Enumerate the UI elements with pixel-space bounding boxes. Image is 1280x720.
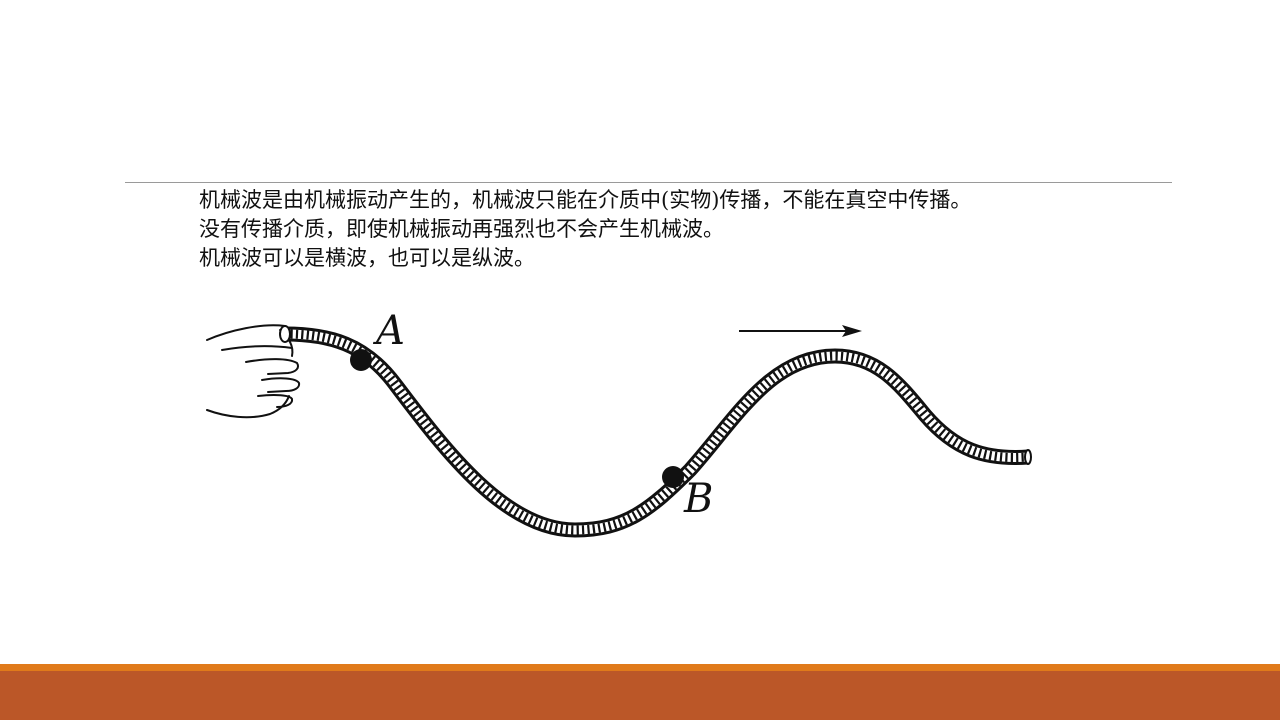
rope-wave-figure: A B xyxy=(206,308,1032,538)
footer-accent-bar xyxy=(0,664,1280,671)
rope xyxy=(279,325,1032,538)
point-a-label: A xyxy=(372,308,405,354)
body-text: 机械波是由机械振动产生的，机械波只能在介质中(实物)传播，不能在真空中传播。 没… xyxy=(199,186,1199,273)
direction-arrow-icon xyxy=(739,325,862,337)
footer-band xyxy=(0,671,1280,720)
body-line-2: 没有传播介质，即使机械振动再强烈也不会产生机械波。 xyxy=(199,217,724,241)
point-a-dot xyxy=(350,349,372,371)
slide: 机械波是由机械振动产生的，机械波只能在介质中(实物)传播，不能在真空中传播。 没… xyxy=(0,0,1280,720)
body-line-3: 机械波可以是横波，也可以是纵波。 xyxy=(199,246,535,270)
point-b-dot xyxy=(662,466,684,488)
title-divider xyxy=(125,182,1172,183)
body-line-1: 机械波是由机械振动产生的，机械波只能在介质中(实物)传播，不能在真空中传播。 xyxy=(199,188,972,212)
point-b-label: B xyxy=(683,476,713,522)
